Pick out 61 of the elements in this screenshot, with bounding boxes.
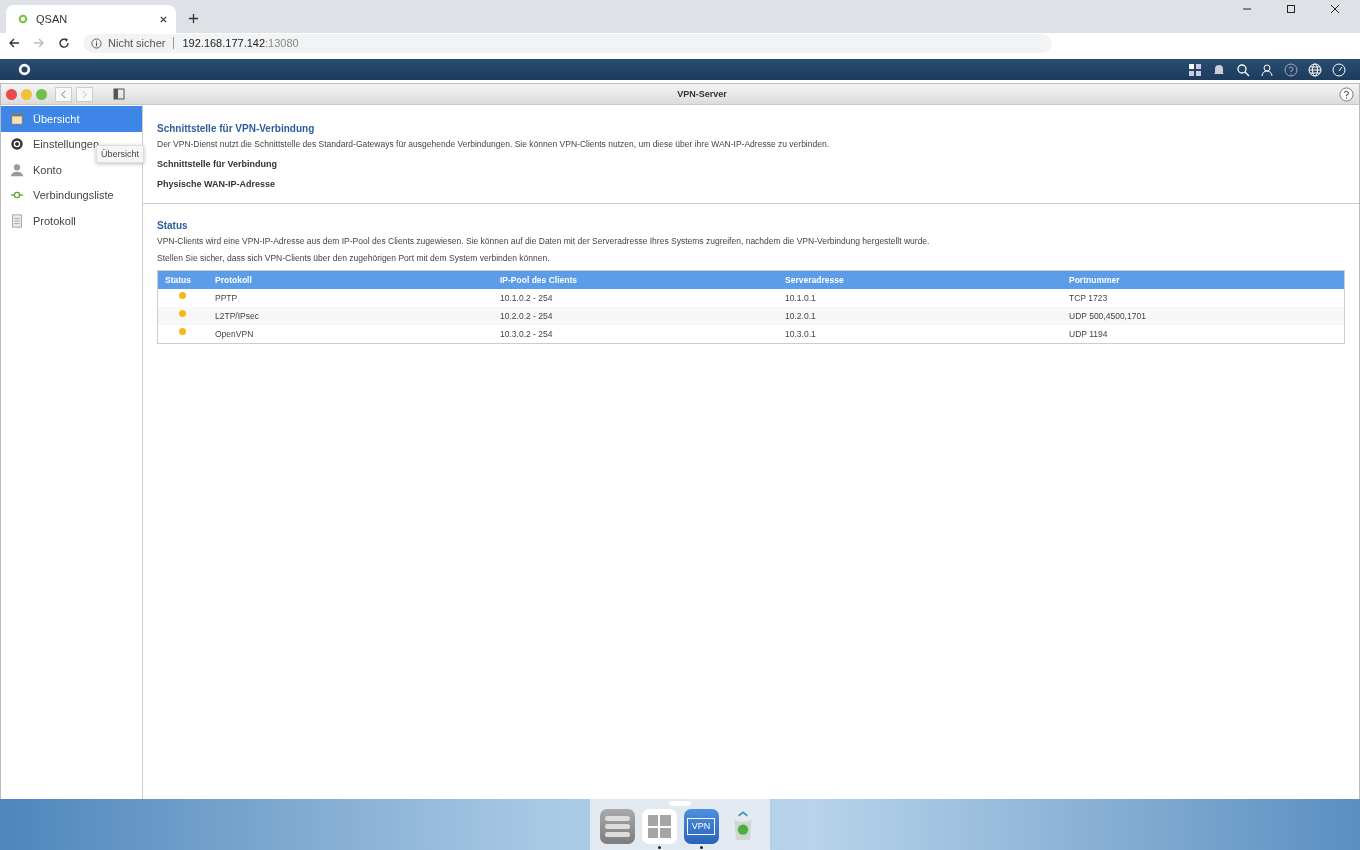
table-cell-text: 10.3.0.1 xyxy=(784,329,817,339)
document-icon xyxy=(10,213,24,228)
logo-icon xyxy=(18,63,31,76)
maximize-icon[interactable] xyxy=(1286,4,1296,14)
table-cell-text: PPTP xyxy=(214,293,239,303)
table-cell-text: 10.1.0.2 - 254 xyxy=(499,293,554,303)
sidebar-item[interactable]: Verbindungsliste xyxy=(1,182,142,208)
section-title: Schnittstelle für VPN-Verbindung xyxy=(157,123,316,134)
description-text: Der VPN-Dienst nutzt die Schnittstelle des Standard-Gateways für ausgehende Verbindungen. Sie können VPN-Clients nutzen, um diese über ihre WAN-IP-Adresse zu verbinden. xyxy=(157,139,830,149)
chevron-left-icon xyxy=(60,89,67,99)
new-tab-icon[interactable] xyxy=(188,13,199,24)
person-icon xyxy=(10,162,24,177)
sidebar-item[interactable]: Übersicht xyxy=(1,106,142,132)
browser-tab[interactable]: QSAN xyxy=(6,5,176,33)
column-header: Serveradresse xyxy=(784,275,845,285)
url-text: 192.168.177.142:13080 xyxy=(182,37,299,49)
window-title: VPN-Server xyxy=(676,89,728,99)
column-header: Portnummer xyxy=(1068,275,1121,285)
section-title: Status xyxy=(157,220,189,231)
grid-icon[interactable] xyxy=(1188,62,1202,77)
table-cell-text: OpenVPN xyxy=(214,329,255,339)
grid-app-icon xyxy=(641,809,677,844)
sidebar-toggle-icon[interactable] xyxy=(113,88,125,100)
table-cell-text: 10.2.0.1 xyxy=(784,311,817,321)
help-icon[interactable] xyxy=(1339,86,1354,102)
table-cell-text: 10.1.0.1 xyxy=(784,293,817,303)
column-header: Protokoll xyxy=(214,275,253,285)
sidebar-item[interactable]: Protokoll xyxy=(1,208,142,234)
column-header: IP-Pool des Clients xyxy=(499,275,578,285)
circle-icon xyxy=(18,14,28,24)
bell-icon[interactable] xyxy=(1212,62,1226,77)
field-label: Schnittstelle für Verbindung xyxy=(157,159,278,169)
search-icon[interactable] xyxy=(1236,62,1250,77)
dock-handle[interactable] xyxy=(669,801,691,806)
storage-app-icon xyxy=(599,809,635,844)
back-arrow-icon[interactable] xyxy=(8,37,20,49)
table-cell-text: TCP 1723 xyxy=(1068,293,1109,303)
info-icon xyxy=(91,37,102,49)
table-cell-text: 10.3.0.2 - 254 xyxy=(499,329,554,339)
table-cell-text: UDP 1194 xyxy=(1068,329,1109,339)
tooltip: Übersicht xyxy=(96,145,144,163)
globe-icon[interactable] xyxy=(1308,62,1322,77)
field-label: Physische WAN-IP-Adresse xyxy=(157,179,277,189)
column-header: Status xyxy=(164,275,192,285)
table-cell-text: L2TP/IPsec xyxy=(214,311,260,321)
description-text: VPN-Clients wird eine VPN-IP-Adresse aus dem IP-Pool des Clients zugewiesen. Sie können auf die Daten mit der Serveradresse Ihres Systems zugreifen, nachdem die VPN-Verbindung hergestellt wurde. xyxy=(157,236,931,246)
chevron-right-icon xyxy=(81,89,88,99)
reload-icon[interactable] xyxy=(58,37,70,49)
close-icon[interactable] xyxy=(1330,4,1340,14)
close-icon[interactable] xyxy=(159,14,168,24)
calendar-icon xyxy=(10,111,24,126)
table-cell-text: 10.2.0.2 - 254 xyxy=(499,311,554,321)
address-bar[interactable]: Nicht sicher 192.168.177.142:13080 xyxy=(83,33,1052,53)
gauge-icon[interactable] xyxy=(1332,62,1346,77)
description-text: Stellen Sie sicher, dass sich VPN-Clients über den zugehörigen Port mit dem System verbinden können. xyxy=(157,253,551,263)
tab-title: QSAN xyxy=(36,13,68,25)
help-icon[interactable] xyxy=(1284,62,1298,77)
table-cell-text: UDP 500,4500,1701 xyxy=(1068,311,1147,321)
close-button[interactable] xyxy=(6,88,17,100)
security-label: Nicht sicher xyxy=(108,37,166,49)
person-icon[interactable] xyxy=(1260,62,1274,77)
